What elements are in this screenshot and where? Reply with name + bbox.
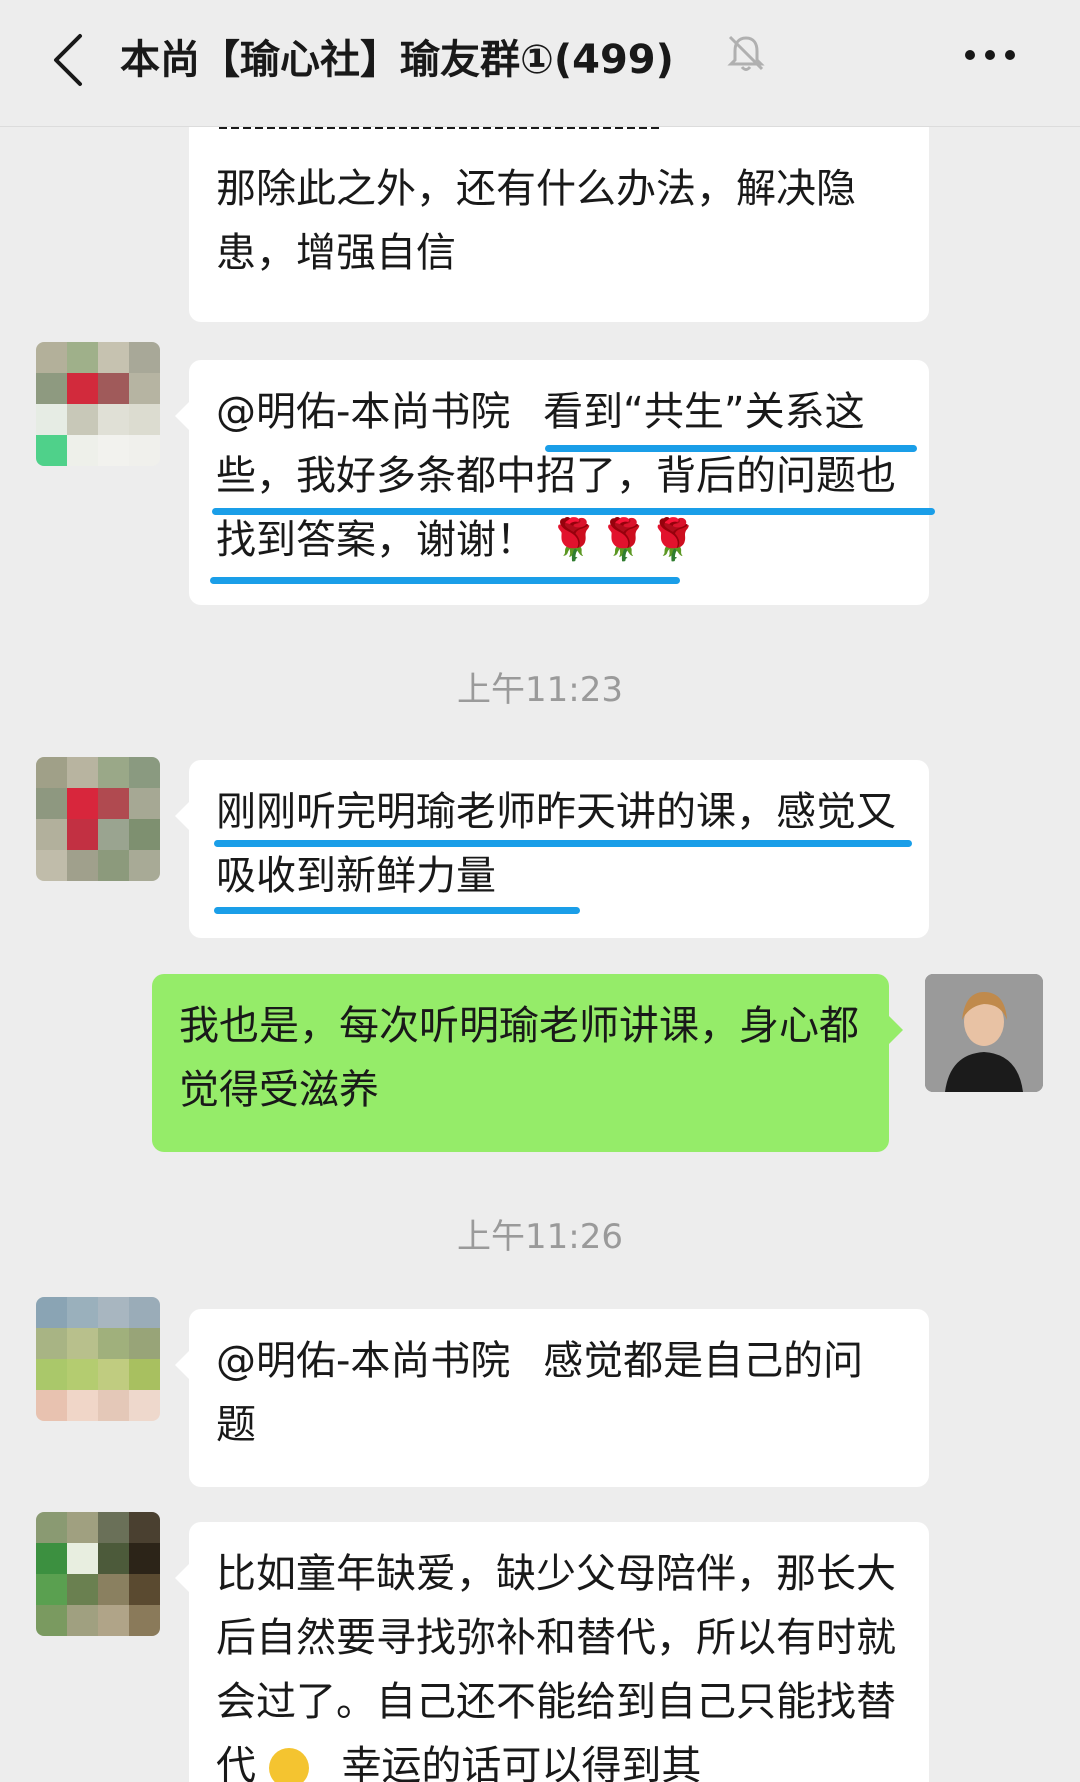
message-text-tail: 幸运的话可以得到其	[341, 1743, 702, 1782]
timestamp: 上午11:23	[457, 670, 623, 710]
annotation-underline	[545, 445, 917, 452]
avatar[interactable]	[36, 1512, 160, 1636]
more-button[interactable]	[960, 30, 1020, 80]
back-button[interactable]	[40, 28, 104, 92]
message-bubble[interactable]: @明佑-本尚书院 看到“共生”关系这些，我好多条都中招了，背后的问题也找到答案，…	[175, 360, 929, 605]
bubble-arrow	[175, 1351, 189, 1379]
annotation-underline	[214, 907, 580, 914]
bubble-arrow	[175, 402, 189, 430]
avatar[interactable]	[36, 757, 160, 881]
chat-title: 本尚【瑜心社】瑜友群①(499)	[120, 37, 674, 83]
avatar[interactable]	[36, 1297, 160, 1421]
mute-bell-icon	[726, 33, 766, 73]
rose-icon: 🌹🌹🌹	[548, 517, 699, 563]
bubble-arrow	[175, 802, 189, 830]
message-text: 那除此之外，还有什么办法，解决隐患，增强自信	[216, 166, 856, 276]
message-list[interactable]: 那除此之外，还有什么办法，解决隐患，增强自信 @明佑-本尚书院 看到“共生”关系…	[0, 127, 1080, 1782]
message-bubble[interactable]: 那除此之外，还有什么办法，解决隐患，增强自信	[189, 127, 929, 322]
back-arrow-icon	[54, 34, 82, 86]
more-icon	[965, 50, 1015, 60]
mention-tag[interactable]: @明佑-本尚书院	[216, 1338, 510, 1384]
message-text: 我也是，每次听明瑜老师讲课，身心都觉得受滋养	[179, 1003, 859, 1113]
mention-tag[interactable]: @明佑-本尚书院	[216, 389, 510, 435]
bubble-arrow	[175, 1564, 189, 1592]
divider-line	[219, 127, 659, 129]
sweat-emoji-icon	[268, 1748, 309, 1782]
chat-header: 本尚【瑜心社】瑜友群①(499)	[0, 0, 1080, 127]
message-bubble[interactable]: 比如童年缺爱，缺少父母陪伴，那长大后自然要寻找弥补和替代，所以有时就会过了。自己…	[175, 1522, 929, 1782]
bubble-arrow	[889, 1016, 903, 1044]
avatar[interactable]	[36, 342, 160, 466]
annotation-underline	[210, 577, 680, 584]
annotation-underline	[214, 840, 912, 847]
timestamp: 上午11:26	[457, 1217, 623, 1257]
annotation-underline	[212, 508, 935, 515]
message-bubble[interactable]: @明佑-本尚书院 感觉都是自己的问题	[175, 1309, 929, 1487]
message-bubble-self[interactable]: 我也是，每次听明瑜老师讲课，身心都觉得受滋养	[152, 974, 903, 1152]
self-avatar[interactable]	[925, 974, 1043, 1092]
